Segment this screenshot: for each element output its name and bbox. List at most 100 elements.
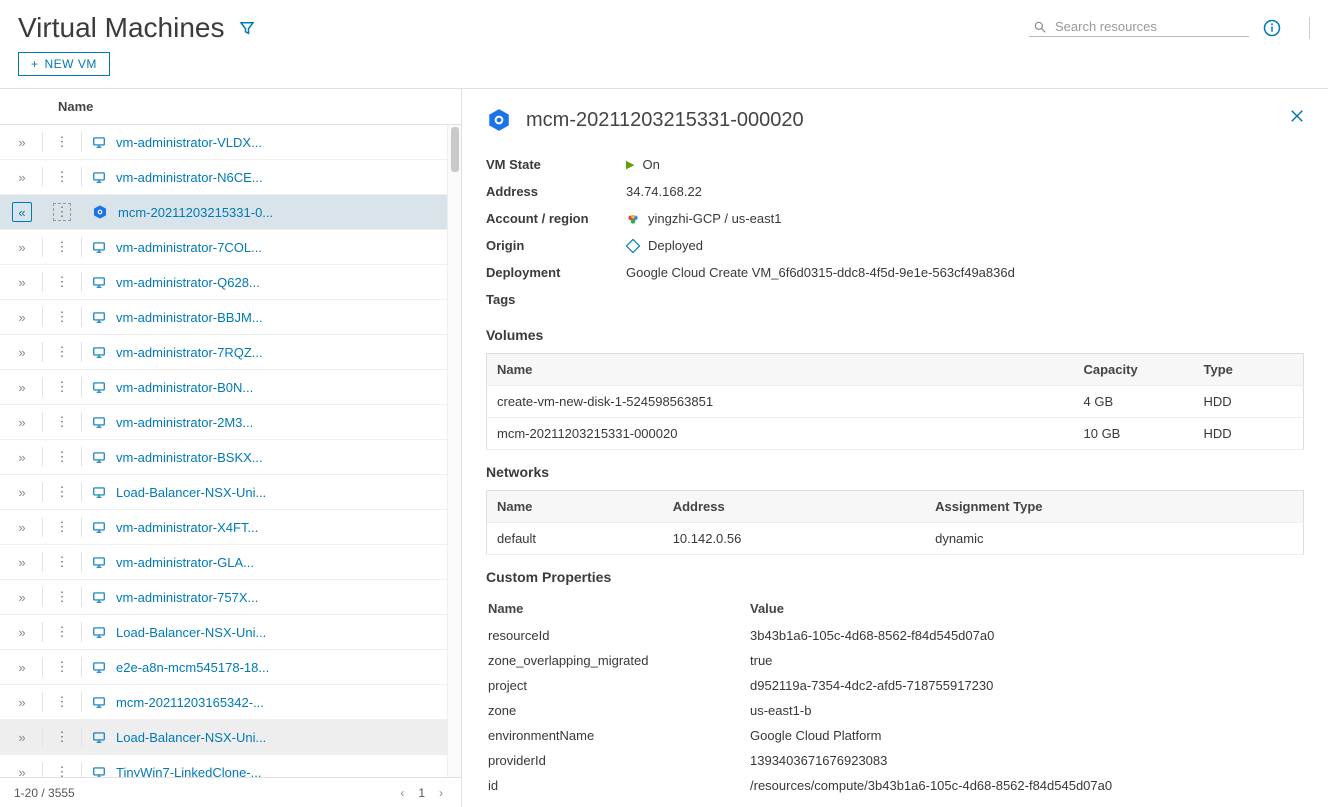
prev-page-button[interactable]: ‹ (396, 784, 408, 802)
search-input[interactable] (1055, 19, 1245, 34)
row-actions-button[interactable]: ⋮ (53, 658, 71, 676)
vm-row[interactable]: » ⋮ TinyWin7-LinkedClone-... (0, 755, 447, 777)
row-actions-button[interactable]: ⋮ (53, 343, 71, 361)
col-vol-capacity[interactable]: Capacity (1074, 354, 1194, 386)
vm-name-link[interactable]: vm-administrator-2M3... (116, 415, 253, 430)
vm-row[interactable]: » ⋮ vm-administrator-2M3... (0, 405, 447, 440)
expand-row-button[interactable]: » (12, 132, 32, 152)
expand-row-button[interactable]: » (12, 307, 32, 327)
vm-row[interactable]: » ⋮ Load-Balancer-NSX-Uni... (0, 720, 447, 755)
vm-row[interactable]: » ⋮ Load-Balancer-NSX-Uni... (0, 475, 447, 510)
plus-icon: + (31, 57, 39, 71)
state-on-icon: ▶ (626, 158, 634, 171)
column-name[interactable]: Name (0, 99, 93, 114)
vm-name-link[interactable]: Load-Balancer-NSX-Uni... (116, 485, 266, 500)
row-actions-button[interactable]: ⋮ (53, 553, 71, 571)
expand-row-button[interactable]: » (12, 622, 32, 642)
vm-name-link[interactable]: vm-administrator-Q628... (116, 275, 260, 290)
vm-name-link[interactable]: e2e-a8n-mcm545178-18... (116, 660, 269, 675)
vm-name-link[interactable]: vm-administrator-X4FT... (116, 520, 258, 535)
gcp-hex-icon (92, 204, 108, 220)
vm-row[interactable]: » ⋮ vm-administrator-VLDX... (0, 125, 447, 160)
vm-name-link[interactable]: mcm-20211203215331-0... (118, 205, 273, 220)
search-resources[interactable] (1029, 19, 1249, 37)
expand-row-button[interactable]: » (12, 517, 32, 537)
info-icon[interactable] (1263, 19, 1281, 37)
row-actions-button[interactable]: ⋮ (53, 413, 71, 431)
vm-icon (92, 240, 106, 254)
row-actions-button[interactable]: ⋮ (53, 518, 71, 536)
expand-row-button[interactable]: » (12, 272, 32, 292)
vm-name-link[interactable]: vm-administrator-N6CE... (116, 170, 263, 185)
col-net-address[interactable]: Address (663, 491, 925, 523)
vm-row[interactable]: » ⋮ mcm-20211203165342-... (0, 685, 447, 720)
row-actions-button[interactable]: ⋮ (53, 623, 71, 641)
expand-row-button[interactable]: » (12, 342, 32, 362)
vm-row[interactable]: » ⋮ vm-administrator-BBJM... (0, 300, 447, 335)
search-icon (1033, 20, 1047, 34)
col-vol-type[interactable]: Type (1194, 354, 1304, 386)
vm-name-link[interactable]: mcm-20211203165342-... (116, 695, 264, 710)
expand-row-button[interactable]: » (12, 167, 32, 187)
vm-name-link[interactable]: vm-administrator-GLA... (116, 555, 254, 570)
expand-row-button[interactable]: » (12, 237, 32, 257)
expand-row-button[interactable]: » (12, 657, 32, 677)
pane-resize-handle[interactable] (462, 448, 465, 478)
col-vol-name[interactable]: Name (487, 354, 1074, 386)
next-page-button[interactable]: › (435, 784, 447, 802)
row-actions-button[interactable]: ⋮ (53, 238, 71, 256)
row-actions-button[interactable]: ⋮ (53, 693, 71, 711)
row-actions-button[interactable]: ⋮ (53, 308, 71, 326)
row-actions-button[interactable]: ⋮ (53, 728, 71, 746)
vm-row[interactable]: » ⋮ vm-administrator-7COL... (0, 230, 447, 265)
row-actions-button[interactable]: ⋮ (53, 483, 71, 501)
expand-row-button[interactable]: » (12, 412, 32, 432)
row-actions-button[interactable]: ⋮ (53, 588, 71, 606)
row-actions-button[interactable]: ⋮ (53, 168, 71, 186)
expand-row-button[interactable]: » (12, 447, 32, 467)
expand-row-button[interactable]: » (12, 587, 32, 607)
expand-row-button[interactable]: » (12, 727, 32, 747)
filter-icon[interactable] (238, 19, 256, 37)
gcp-logo-icon (626, 212, 640, 226)
vm-row[interactable]: » ⋮ vm-administrator-Q628... (0, 265, 447, 300)
col-net-assign[interactable]: Assignment Type (925, 491, 1303, 523)
vm-name-link[interactable]: vm-administrator-7COL... (116, 240, 262, 255)
vm-row[interactable]: » ⋮ vm-administrator-GLA... (0, 545, 447, 580)
vm-name-link[interactable]: vm-administrator-VLDX... (116, 135, 262, 150)
vm-name-link[interactable]: vm-administrator-7RQZ... (116, 345, 263, 360)
vm-name-link[interactable]: vm-administrator-B0N... (116, 380, 253, 395)
vm-name-link[interactable]: vm-administrator-BBJM... (116, 310, 263, 325)
close-detail-button[interactable] (1288, 107, 1306, 125)
vm-name-link[interactable]: TinyWin7-LinkedClone-... (116, 765, 261, 778)
vm-name-link[interactable]: vm-administrator-757X... (116, 590, 258, 605)
expand-row-button[interactable]: » (12, 552, 32, 572)
row-actions-button[interactable]: ⋮ (53, 133, 71, 151)
vm-row[interactable]: » ⋮ vm-administrator-B0N... (0, 370, 447, 405)
vm-name-link[interactable]: Load-Balancer-NSX-Uni... (116, 730, 266, 745)
expand-row-button[interactable]: » (12, 377, 32, 397)
vm-row[interactable]: » ⋮ vm-administrator-X4FT... (0, 510, 447, 545)
vm-name-link[interactable]: Load-Balancer-NSX-Uni... (116, 625, 266, 640)
expand-row-button[interactable]: » (12, 482, 32, 502)
row-actions-button[interactable]: ⋮ (53, 448, 71, 466)
vm-name-link[interactable]: vm-administrator-BSKX... (116, 450, 263, 465)
vm-row[interactable]: « ⋮ mcm-20211203215331-0... (0, 195, 447, 230)
row-actions-button[interactable]: ⋮ (53, 378, 71, 396)
vm-row[interactable]: » ⋮ vm-administrator-7RQZ... (0, 335, 447, 370)
col-net-name[interactable]: Name (487, 491, 663, 523)
expand-row-button[interactable]: « (12, 202, 32, 222)
vm-row[interactable]: » ⋮ Load-Balancer-NSX-Uni... (0, 615, 447, 650)
list-scrollbar[interactable] (447, 125, 461, 777)
row-actions-button[interactable]: ⋮ (53, 203, 71, 221)
vm-row[interactable]: » ⋮ vm-administrator-BSKX... (0, 440, 447, 475)
vm-row[interactable]: » ⋮ vm-administrator-N6CE... (0, 160, 447, 195)
vm-row[interactable]: » ⋮ e2e-a8n-mcm545178-18... (0, 650, 447, 685)
expand-row-button[interactable]: » (12, 762, 32, 777)
row-actions-button[interactable]: ⋮ (53, 273, 71, 291)
vm-row[interactable]: » ⋮ vm-administrator-757X... (0, 580, 447, 615)
new-vm-button[interactable]: + NEW VM (18, 52, 110, 76)
label-account: Account / region (486, 211, 626, 226)
expand-row-button[interactable]: » (12, 692, 32, 712)
row-actions-button[interactable]: ⋮ (53, 763, 71, 777)
